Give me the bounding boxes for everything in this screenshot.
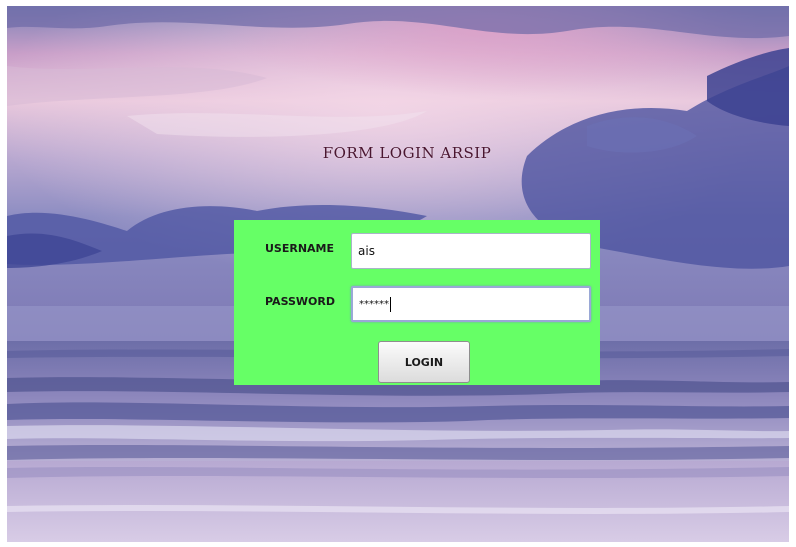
login-panel: USERNAME ais PASSWORD ****** LOGIN [234, 220, 600, 385]
text-cursor [390, 296, 391, 312]
password-label: PASSWORD [265, 295, 336, 308]
login-button[interactable]: LOGIN [378, 341, 470, 383]
username-value: ais [358, 244, 375, 258]
form-title: FORM LOGIN ARSIP [322, 144, 492, 162]
login-window: FORM LOGIN ARSIP USERNAME ais PASSWORD *… [7, 6, 789, 542]
password-value: ****** [359, 298, 389, 310]
username-label: USERNAME [265, 242, 335, 255]
password-field[interactable]: ****** [351, 286, 591, 322]
username-field[interactable]: ais [351, 233, 591, 269]
